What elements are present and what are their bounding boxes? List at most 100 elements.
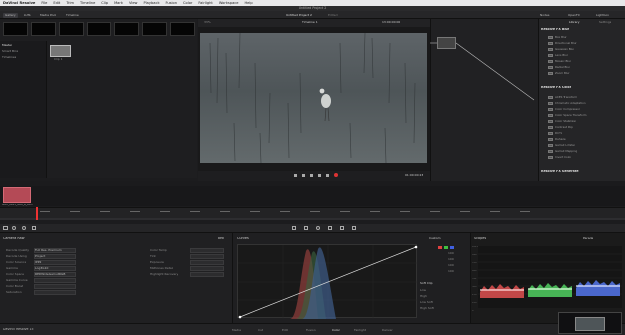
rgb-mixer-icon[interactable] — [32, 226, 36, 230]
fx-item[interactable]: Gaussian Blur — [548, 48, 574, 51]
color-temp-field[interactable] — [190, 248, 224, 253]
window-icon[interactable] — [316, 226, 320, 230]
color-science-select[interactable]: IPP2 — [34, 260, 76, 265]
decode-quality-select[interactable]: Full Res. Premium — [34, 248, 76, 253]
menu-app[interactable]: DaVinci Resolve — [3, 1, 35, 5]
exposure-field[interactable] — [190, 260, 224, 265]
fx-item[interactable]: Box Blur — [548, 36, 567, 39]
page-cut[interactable]: Cut — [258, 329, 263, 332]
corrector-node[interactable] — [437, 37, 456, 49]
playhead[interactable] — [36, 207, 38, 220]
channel-value[interactable]: 100 — [448, 252, 454, 255]
color-space-select[interactable]: REDWideGamutRGB — [34, 272, 76, 277]
timeline-name[interactable]: Timeline 1 — [302, 21, 318, 24]
section-color[interactable]: Resolve FX Color — [541, 86, 571, 89]
timeline-button[interactable]: Timeline — [64, 13, 81, 18]
skip-back-icon[interactable] — [294, 174, 297, 177]
fx-item[interactable]: Mosaic Blur — [548, 60, 571, 63]
blue-channel-button[interactable] — [450, 246, 454, 249]
fx-item[interactable]: Radial Blur — [548, 66, 570, 69]
page-media[interactable]: Media — [232, 329, 241, 332]
menu-file[interactable]: File — [41, 1, 47, 5]
play-reverse-icon[interactable] — [302, 174, 305, 177]
scope-mode-dropdown[interactable]: Parade — [583, 237, 593, 240]
gallery-still[interactable] — [58, 22, 84, 36]
page-edit[interactable]: Edit — [282, 329, 288, 332]
fx-item[interactable]: Lens Blur — [548, 54, 568, 57]
curves-icon[interactable] — [292, 226, 296, 230]
timeline-clip[interactable] — [3, 187, 31, 203]
fx-item[interactable]: Contrast Pop — [548, 126, 573, 129]
menu-playback[interactable]: Playback — [143, 1, 159, 5]
fx-item[interactable]: Gamut Limiter — [548, 144, 575, 147]
menu-view[interactable]: View — [129, 1, 138, 5]
fx-item[interactable]: Dehaze — [548, 138, 566, 141]
menu-mark[interactable]: Mark — [114, 1, 123, 5]
fx-item[interactable]: DCTL — [548, 132, 562, 135]
color-boost-field[interactable] — [34, 284, 76, 289]
nodes-button[interactable]: Nodes — [538, 13, 551, 18]
gallery-button[interactable]: Gallery — [3, 12, 18, 18]
mini-timeline[interactable] — [0, 207, 625, 220]
menu-edit[interactable]: Edit — [53, 1, 60, 5]
settings-tab[interactable]: Settings — [599, 21, 611, 24]
channel-value[interactable]: 100 — [448, 270, 454, 273]
video-frame[interactable] — [200, 32, 427, 164]
menu-trim[interactable]: Trim — [66, 1, 74, 5]
gallery-still[interactable] — [170, 22, 196, 36]
menu-clip[interactable]: Clip — [101, 1, 108, 5]
menu-fusion[interactable]: Fusion — [166, 1, 178, 5]
library-tab[interactable]: Library — [569, 21, 580, 24]
channel-value[interactable]: 100 — [448, 264, 454, 267]
fx-item[interactable]: Gamut Mapping — [548, 150, 577, 153]
key-icon[interactable] — [352, 226, 356, 230]
section-blur[interactable]: Resolve FX Blur — [541, 28, 569, 31]
highlight-recovery-field[interactable] — [190, 272, 224, 277]
play-icon[interactable] — [318, 174, 321, 177]
mini-viewer[interactable] — [558, 312, 622, 334]
openfx-button[interactable]: OpenFX — [566, 13, 582, 18]
menu-fairlight[interactable]: Fairlight — [198, 1, 212, 5]
fx-item[interactable]: ACES Transform — [548, 96, 577, 99]
midtones-field[interactable] — [190, 266, 224, 271]
channel-value[interactable]: 100 — [448, 258, 454, 261]
stop-icon[interactable] — [310, 174, 313, 177]
qualifier-icon[interactable] — [304, 226, 308, 230]
menu-timeline[interactable]: Timeline — [80, 1, 95, 5]
curve-mode-dropdown[interactable]: Custom — [429, 237, 441, 240]
bin-master[interactable]: Master — [2, 44, 12, 47]
gamma-curve-field[interactable] — [34, 278, 76, 283]
fx-item[interactable]: Invert Color — [548, 156, 571, 159]
green-channel-button[interactable] — [444, 246, 448, 249]
gallery-still[interactable] — [86, 22, 112, 36]
gallery-still[interactable] — [30, 22, 56, 36]
color-match-icon[interactable] — [12, 226, 16, 230]
loop-icon[interactable] — [334, 173, 338, 177]
decode-using-select[interactable]: Project — [34, 254, 76, 259]
tracker-icon[interactable] — [328, 226, 332, 230]
media-pool-button[interactable]: Media Pool — [38, 13, 58, 18]
red-channel-button[interactable] — [438, 246, 442, 249]
gallery-still[interactable] — [142, 22, 168, 36]
menu-help[interactable]: Help — [244, 1, 252, 5]
gallery-still[interactable] — [3, 22, 28, 36]
menu-color[interactable]: Color — [183, 1, 192, 5]
fx-item[interactable]: Color Space Transform — [548, 114, 587, 117]
menu-workspace[interactable]: Workspace — [219, 1, 239, 5]
curve-graph[interactable] — [237, 244, 418, 319]
fx-item[interactable]: Color Compressor — [548, 108, 580, 111]
fx-item[interactable]: Color Stabilizer — [548, 120, 576, 123]
page-fusion[interactable]: Fusion — [306, 329, 316, 332]
bin-timelines[interactable]: Timelines — [2, 56, 16, 59]
camera-raw-icon[interactable] — [3, 226, 8, 230]
skip-forward-icon[interactable] — [326, 174, 329, 177]
section-generate[interactable]: Resolve FX Generate — [541, 170, 579, 173]
gallery-still[interactable] — [114, 22, 140, 36]
page-deliver[interactable]: Deliver — [382, 329, 393, 332]
raw-format-dropdown[interactable]: RED — [218, 237, 224, 240]
saturation-field[interactable] — [34, 290, 76, 295]
media-clip-thumbnail[interactable] — [50, 45, 71, 57]
bin-smart-bins[interactable]: Smart Bins — [2, 50, 18, 53]
tint-field[interactable] — [190, 254, 224, 259]
fx-item[interactable]: Directional Blur — [548, 42, 577, 45]
